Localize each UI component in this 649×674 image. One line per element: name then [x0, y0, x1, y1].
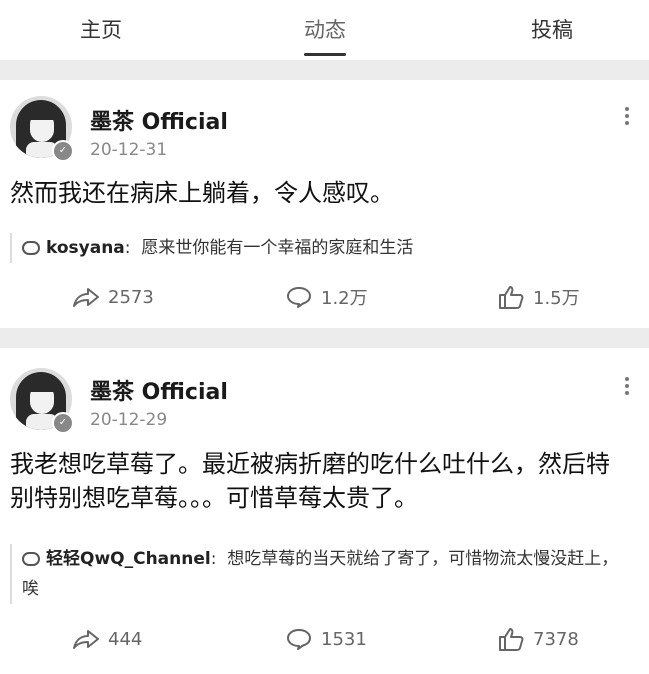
featured-comment[interactable]: 轻轻QwQ_Channel: 想吃草莓的当天就给了寄了，可惜物流太慢没赶上，唉	[10, 544, 629, 604]
comment-separator: :	[124, 238, 131, 258]
comment-text: 愿来世你能有一个幸福的家庭和生活	[141, 238, 414, 258]
comment-bubble-icon	[22, 552, 40, 566]
verified-badge-icon: ✓	[52, 140, 74, 162]
comment-bubble-icon	[22, 241, 40, 255]
page: 主页 动态 投稿 ✓ 墨茶 Official 20-12-31 然而我还在病床上…	[0, 0, 649, 674]
more-options-icon[interactable]	[625, 374, 631, 398]
like-count: 7378	[533, 628, 579, 650]
like-button[interactable]: 7378	[497, 624, 579, 654]
author-name[interactable]: 墨茶 Official	[90, 374, 228, 406]
tab-bar: 主页 动态 投稿	[0, 0, 649, 60]
comment-icon	[287, 629, 311, 650]
share-button[interactable]: 2573	[72, 282, 154, 312]
tab-home[interactable]: 主页	[41, 14, 161, 44]
active-tab-indicator	[304, 53, 346, 56]
comment-button[interactable]: 1531	[285, 624, 367, 654]
comment-user[interactable]: 轻轻QwQ_Channel	[46, 549, 211, 569]
share-icon	[73, 288, 99, 307]
action-bar: 2573 1.2万 1.5万	[0, 282, 649, 312]
comment-separator: :	[210, 549, 217, 569]
comment-count: 1531	[321, 628, 367, 650]
comment-button[interactable]: 1.2万	[285, 282, 368, 312]
comment-user[interactable]: kosyana	[46, 238, 125, 258]
thumbs-up-icon	[499, 628, 524, 651]
post-date: 20-12-31	[90, 140, 168, 160]
featured-comment[interactable]: kosyana: 愿来世你能有一个幸福的家庭和生活	[10, 233, 629, 263]
verified-badge-icon: ✓	[52, 412, 74, 434]
post-text: 然而我还在病床上躺着，令人感叹。	[10, 179, 394, 207]
more-options-icon[interactable]	[625, 104, 631, 128]
author-name[interactable]: 墨茶 Official	[90, 104, 228, 136]
tab-submissions[interactable]: 投稿	[492, 14, 612, 44]
post-text: 我老想吃草莓了。最近被病折磨的吃什么吐什么，然后特别特别想吃草莓。。。可惜草莓太…	[10, 450, 610, 512]
post-date: 20-12-29	[90, 410, 168, 430]
share-button[interactable]: 444	[72, 624, 142, 654]
tab-dynamics[interactable]: 动态	[265, 14, 385, 44]
share-count: 2573	[108, 286, 154, 308]
comment-icon	[287, 287, 311, 308]
post-card[interactable]: ✓ 墨茶 Official 20-12-29 我老想吃草莓了。最近被病折磨的吃什…	[0, 348, 649, 674]
action-bar: 444 1531 7378	[0, 624, 649, 654]
post-card[interactable]: ✓ 墨茶 Official 20-12-31 然而我还在病床上躺着，令人感叹。 …	[0, 80, 649, 328]
share-icon	[73, 630, 99, 649]
like-button[interactable]: 1.5万	[497, 282, 580, 312]
thumbs-up-icon	[499, 286, 524, 309]
like-count: 1.5万	[533, 288, 580, 309]
share-count: 444	[108, 628, 143, 650]
comment-count: 1.2万	[321, 288, 368, 309]
